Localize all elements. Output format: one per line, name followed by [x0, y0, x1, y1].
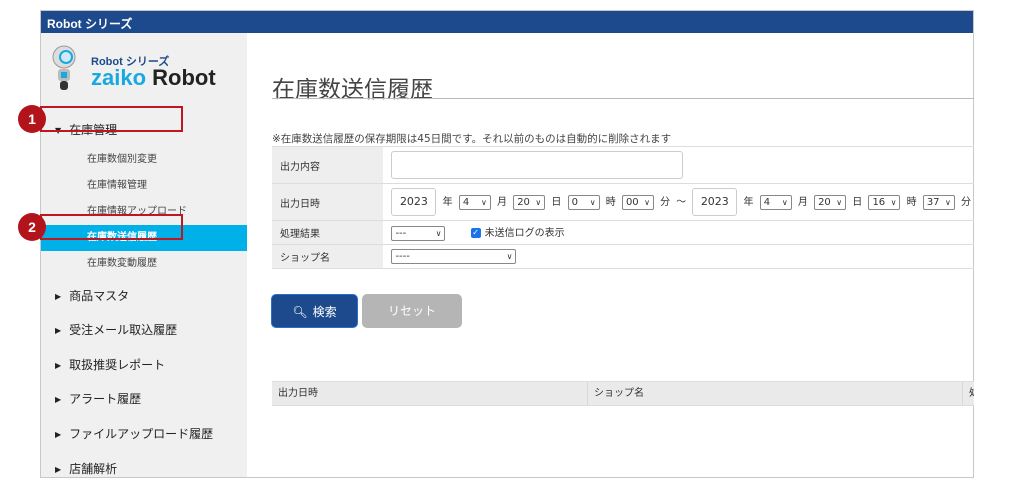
- title-divider: [272, 98, 974, 99]
- reset-button[interactable]: リセット: [362, 294, 462, 328]
- search-icon: 🔍︎: [292, 305, 308, 319]
- from-month-select[interactable]: 4 ∨: [458, 194, 491, 210]
- sidebar: Robot シリーズ zaiko Robot ▼ 在庫管理 在庫数個別変更 在庫情…: [41, 33, 247, 477]
- result-select[interactable]: --- ∨: [391, 225, 446, 241]
- from-minute-select[interactable]: 00 ∨: [621, 194, 654, 210]
- sidebar-item-file-upload[interactable]: ▶ ファイルアップロード履歴: [55, 425, 213, 442]
- label-result: 処理結果: [272, 220, 384, 245]
- caret-right-icon: ▶: [55, 395, 62, 404]
- logo: Robot シリーズ zaiko Robot: [49, 45, 239, 93]
- window-title: Robot シリーズ: [41, 11, 973, 33]
- caret-right-icon: ▶: [55, 292, 62, 301]
- highlight-box-2: [40, 214, 183, 240]
- shop-select[interactable]: ---- ∨: [391, 249, 517, 264]
- caret-right-icon: ▶: [55, 430, 62, 439]
- annotation-badge-2: 2: [18, 213, 46, 241]
- column-header-shop[interactable]: ショップ名: [588, 382, 963, 405]
- sidebar-item-shop-analysis[interactable]: ▶ 店舗解析: [55, 460, 117, 477]
- caret-right-icon: ▶: [55, 326, 62, 335]
- sidebar-item-report[interactable]: ▶ 取扱推奨レポート: [55, 356, 165, 373]
- sidebar-item-stock-info[interactable]: 在庫情報管理: [41, 173, 247, 199]
- label-output-content: 出力内容: [272, 146, 384, 184]
- sidebar-item-order-mail[interactable]: ▶ 受注メール取込履歴: [55, 321, 177, 338]
- results-table-header: 出力日時 ショップ名 処: [272, 381, 974, 406]
- label-shop: ショップ名: [272, 244, 384, 269]
- robot-mascot-icon: [52, 45, 76, 90]
- checkbox-checked-icon[interactable]: ✓: [470, 228, 481, 239]
- column-header-result[interactable]: 処: [963, 382, 974, 405]
- from-day-select[interactable]: 20 ∨: [513, 194, 546, 210]
- label-output-datetime: 出力日時: [272, 183, 384, 221]
- sidebar-item-alerts[interactable]: ▶ アラート履歴: [55, 390, 141, 407]
- retention-note: ※在庫数送信履歴の保存期限は45日間です。それ以前のものは自動的に削除されます: [272, 133, 672, 145]
- logo-brand: zaiko Robot: [91, 65, 216, 90]
- search-form: 出力内容 出力日時 2023 年 4 ∨ 月 20 ∨ 日 0 ∨ 時 00 ∨ 分〜 …: [272, 146, 974, 269]
- annotation-badge-1: 1: [18, 105, 46, 133]
- search-button[interactable]: 🔍︎ 検索: [271, 294, 358, 328]
- highlight-box-1: [40, 106, 183, 132]
- to-minute-select[interactable]: 37 ∨: [922, 194, 955, 210]
- to-year-input[interactable]: 2023: [692, 188, 738, 216]
- sidebar-item-products[interactable]: ▶ 商品マスタ: [55, 287, 129, 304]
- column-header-datetime[interactable]: 出力日時: [272, 382, 588, 405]
- from-year-input[interactable]: 2023: [391, 188, 437, 216]
- unsent-log-checkbox[interactable]: ✓ 未送信ログの表示: [470, 228, 565, 239]
- from-hour-select[interactable]: 0 ∨: [567, 194, 600, 210]
- to-day-select[interactable]: 20 ∨: [814, 194, 847, 210]
- output-content-input[interactable]: [391, 151, 684, 179]
- to-month-select[interactable]: 4 ∨: [759, 194, 792, 210]
- sidebar-item-stock-edit[interactable]: 在庫数個別変更: [41, 147, 247, 173]
- sidebar-item-change-history[interactable]: 在庫数変動履歴: [41, 251, 247, 277]
- caret-right-icon: ▶: [55, 361, 62, 370]
- to-hour-select[interactable]: 16 ∨: [868, 194, 901, 210]
- caret-right-icon: ▶: [55, 465, 62, 474]
